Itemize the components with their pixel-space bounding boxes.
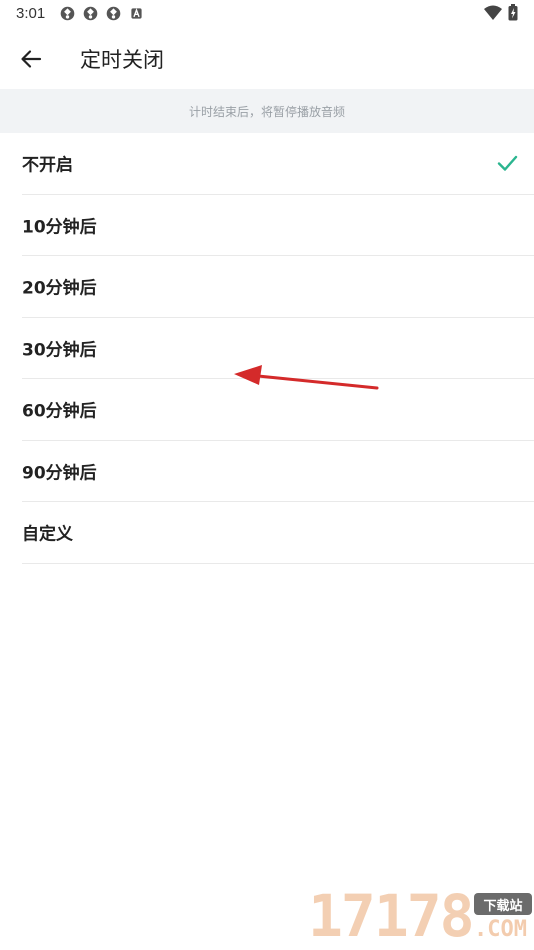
check-icon	[497, 156, 518, 171]
option-label: 30分钟后	[22, 340, 97, 361]
watermark-domain: .COM	[474, 917, 527, 942]
option-custom[interactable]: 自定义	[22, 502, 534, 564]
wifi-icon	[484, 5, 502, 20]
app-bar: 定时关闭	[0, 28, 534, 89]
option-label: 10分钟后	[22, 217, 97, 238]
timer-options-list: 不开启 10分钟后 20分钟后 30分钟后 60分钟后 90分钟后 自定义	[0, 133, 534, 564]
option-label: 90分钟后	[22, 463, 97, 484]
watermark-logo: 17178 下载站 .COM	[308, 885, 534, 950]
hint-bar: 计时结束后，将暂停播放音频	[0, 89, 534, 133]
arrow-left-icon	[21, 50, 42, 68]
option-30-min[interactable]: 30分钟后	[22, 318, 534, 379]
option-label: 不开启	[22, 155, 73, 176]
option-label: 20分钟后	[22, 278, 97, 299]
option-label: 60分钟后	[22, 401, 97, 422]
option-20-min[interactable]: 20分钟后	[22, 256, 534, 318]
page-title: 定时关闭	[80, 48, 164, 72]
watermark-badge: 下载站	[474, 893, 532, 915]
option-60-min[interactable]: 60分钟后	[22, 379, 534, 441]
option-label: 自定义	[22, 524, 73, 545]
sync-icon	[106, 6, 121, 21]
status-system-icons	[484, 4, 518, 21]
battery-icon	[508, 4, 518, 21]
option-10-min[interactable]: 10分钟后	[22, 195, 534, 256]
status-notification-icons	[59, 5, 145, 22]
sync-icon	[60, 6, 75, 21]
option-off[interactable]: 不开启	[22, 133, 534, 195]
sync-icon	[83, 6, 98, 21]
a-icon	[131, 8, 142, 19]
hint-text: 计时结束后，将暂停播放音频	[188, 104, 345, 119]
status-time: 3:01	[16, 5, 46, 22]
back-button[interactable]	[12, 40, 50, 78]
option-90-min[interactable]: 90分钟后	[22, 441, 534, 502]
watermark-digits: 17178	[308, 882, 475, 950]
status-bar: 3:01	[0, 0, 534, 28]
